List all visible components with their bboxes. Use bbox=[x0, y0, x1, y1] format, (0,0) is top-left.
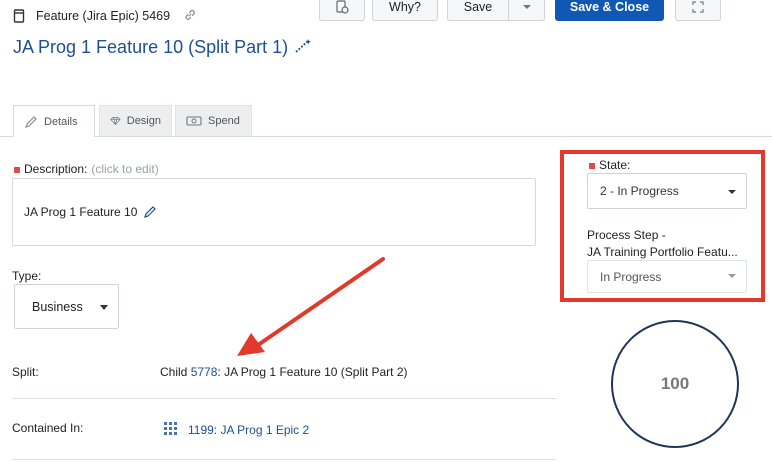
contained-in-link[interactable]: 1199: JA Prog 1 Epic 2 bbox=[188, 423, 309, 437]
process-step-sublabel: JA Training Portfolio Featu... bbox=[587, 245, 738, 259]
progress-value: 100 bbox=[660, 374, 690, 393]
grid-icon bbox=[164, 422, 177, 435]
item-type-label: Feature (Jira Epic) 5469 bbox=[36, 9, 171, 23]
state-select[interactable]: 2 - In Progress bbox=[587, 173, 747, 209]
tab-spend[interactable]: Spend bbox=[175, 105, 252, 136]
magic-wand-icon[interactable] bbox=[293, 38, 313, 54]
caret-down-icon bbox=[728, 190, 736, 194]
process-step-value: In Progress bbox=[600, 269, 662, 284]
required-marker bbox=[14, 166, 20, 173]
process-step-label: Process Step - bbox=[587, 228, 666, 242]
expand-icon bbox=[692, 0, 704, 13]
description-hint: (click to edit) bbox=[91, 162, 159, 176]
caret-down-icon bbox=[522, 4, 531, 9]
why-button[interactable]: Why? bbox=[372, 0, 438, 21]
caret-down-icon bbox=[728, 274, 736, 278]
page-title: JA Prog 1 Feature 10 (Split Part 1) bbox=[13, 37, 289, 57]
row-divider bbox=[12, 398, 557, 399]
required-marker bbox=[589, 162, 595, 169]
type-select[interactable]: Business bbox=[14, 284, 119, 329]
money-icon bbox=[186, 116, 202, 126]
state-label: State: bbox=[589, 158, 630, 172]
link-icon[interactable] bbox=[184, 9, 196, 21]
type-value: Business bbox=[32, 299, 83, 314]
tab-design[interactable]: Design bbox=[99, 105, 172, 136]
split-child-title: : JA Prog 1 Feature 10 (Split Part 2) bbox=[217, 365, 408, 379]
tabs-divider bbox=[0, 136, 772, 137]
tab-design-label: Design bbox=[126, 115, 161, 127]
diamond-icon bbox=[110, 117, 121, 126]
split-value: Child 5778: JA Prog 1 Feature 10 (Split … bbox=[160, 365, 408, 379]
description-label: Description: (click to edit) bbox=[14, 162, 159, 176]
pencil-icon bbox=[144, 206, 157, 218]
document-icon bbox=[13, 9, 25, 23]
progress-circle: 100 bbox=[611, 320, 739, 448]
tab-details[interactable]: Details bbox=[13, 105, 95, 137]
save-options-button[interactable] bbox=[508, 0, 545, 21]
tab-spend-label: Spend bbox=[208, 115, 240, 127]
process-step-select[interactable]: In Progress bbox=[587, 260, 747, 293]
split-child-link[interactable]: 5778 bbox=[191, 365, 218, 379]
history-icon bbox=[336, 0, 349, 14]
save-button[interactable]: Save bbox=[447, 0, 509, 21]
description-field[interactable]: JA Prog 1 Feature 10 bbox=[12, 178, 536, 246]
history-button[interactable] bbox=[319, 0, 365, 21]
type-label: Type: bbox=[12, 269, 42, 283]
expand-button[interactable] bbox=[675, 0, 721, 21]
split-label: Split: bbox=[12, 365, 39, 379]
tab-details-label: Details bbox=[44, 115, 78, 128]
save-and-close-button[interactable]: Save & Close bbox=[555, 0, 664, 21]
pencil-icon bbox=[25, 115, 37, 128]
contained-in-label: Contained In: bbox=[12, 421, 84, 435]
split-prefix: Child bbox=[160, 365, 188, 379]
row-divider bbox=[12, 459, 557, 460]
description-value: JA Prog 1 Feature 10 bbox=[24, 205, 138, 219]
caret-down-icon bbox=[100, 305, 108, 310]
state-value: 2 - In Progress bbox=[600, 184, 679, 198]
